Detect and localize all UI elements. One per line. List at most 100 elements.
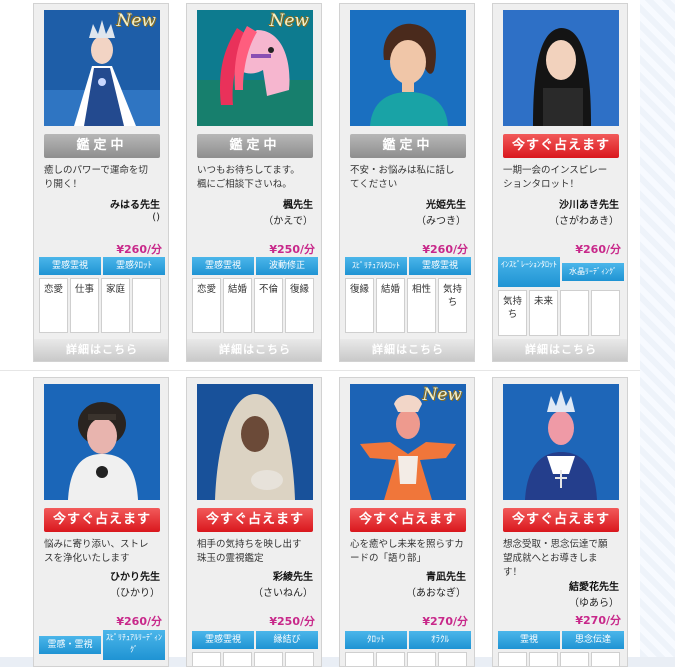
genre-tag: 霊感霊視 [192, 631, 254, 649]
teller-description: 相手の気持ちを映し出す 珠玉の霊視鑑定 [197, 538, 315, 566]
teller-card[interactable]: 今すぐ占えます 悩みに寄り添い、ストレ スを浄化いたします ひかり先生 （ひかり… [33, 377, 169, 667]
details-link[interactable]: 詳細はこちら [340, 339, 474, 361]
genre-tag: 水晶ﾘｰﾃﾞｨﾝｸﾞ [562, 263, 624, 281]
specialty-cell [498, 652, 527, 666]
teller-name[interactable]: 結愛花先生 [569, 578, 619, 593]
genre-tag: ｽﾋﾟﾘﾁｭｱﾙﾘｰﾃﾞｨﾝｸﾞ [103, 630, 165, 660]
status-available[interactable]: 今すぐ占えます [503, 134, 619, 158]
teller-reading: （みつき） [416, 216, 466, 227]
description-line: 楓にご相談下さいね。 [197, 179, 292, 190]
specialty-cell [132, 278, 161, 333]
row-divider [0, 370, 640, 371]
crowned-doll-icon[interactable] [503, 384, 619, 500]
status-available[interactable]: 今すぐ占えます [197, 508, 313, 532]
price-per-minute: ¥270/分 [575, 614, 621, 627]
teller-reading: （ゆあら） [569, 598, 619, 609]
specialty-cell: 未来 [529, 290, 558, 336]
teller-name[interactable]: 青凪先生 [426, 568, 466, 583]
genre-tag: 思念伝達 [562, 631, 624, 649]
specialty-cell: 不倫 [254, 278, 283, 333]
status-available[interactable]: 今すぐ占えます [503, 508, 619, 532]
genre-tag: ｵﾗｸﾙ [409, 631, 471, 649]
teller-description: いつもお待ちしてます。 楓にご相談下さいね。 [197, 164, 315, 192]
pink-horse-icon[interactable]: New [197, 10, 313, 126]
description-line: 想念受取・思念伝達で願 [503, 539, 608, 550]
new-badge: New [269, 11, 310, 31]
specialty-cell [407, 652, 436, 666]
details-link[interactable]: 詳細はこちら [493, 339, 627, 361]
price-per-minute: ¥250/分 [269, 615, 315, 628]
teller-card[interactable]: 鑑定中 不安・お悩みは私に話し てください 光姫先生 （みつき） ¥260/分 … [339, 3, 475, 362]
specialty-cell: 復縁 [345, 278, 374, 333]
specialty-cell [560, 652, 589, 666]
teller-description: 癒しのパワーで運命を切 り開く！ [44, 164, 162, 192]
status-in-session: 鑑定中 [44, 134, 160, 158]
teller-card[interactable]: New 今すぐ占えます 心を癒やし未来を照らすカ ードの「語り部」 青凪先生 （… [339, 377, 475, 667]
specialty-cell: 恋愛 [192, 278, 221, 333]
specialty-cell: 家庭 [101, 278, 130, 333]
description-line: ードの「語り部」 [350, 553, 427, 564]
orange-figure-icon[interactable]: New [350, 384, 466, 500]
genre-tag: ｽﾋﾟﾘﾁｭｱﾙﾀﾛｯﾄ [345, 257, 407, 275]
description-line: てください [350, 179, 398, 190]
teller-card[interactable]: 今すぐ占えます 相手の気持ちを映し出す 珠玉の霊視鑑定 彩綾先生 （さいねん） … [186, 377, 322, 667]
price-per-minute: ¥260/分 [116, 615, 162, 628]
teller-name[interactable]: 楓先生 [283, 196, 313, 211]
teller-description: 想念受取・思念伝達で願 望成就へとお導きしま す！ [503, 538, 621, 580]
specialty-cell [285, 652, 314, 666]
description-line: いつもお待ちしてます。 [197, 165, 300, 176]
teller-card[interactable]: New 鑑定中 いつもお待ちしてます。 楓にご相談下さいね。 楓先生 （かえで）… [186, 3, 322, 362]
genre-tag: 波動修正 [256, 257, 318, 275]
teller-description: 心を癒やし未来を照らすカ ードの「語り部」 [350, 538, 468, 566]
specialty-cell [560, 290, 589, 336]
woman-portrait-icon[interactable] [350, 10, 466, 126]
specialty-cell: 恋愛 [39, 278, 68, 333]
teller-reading: （ひかり） [110, 588, 160, 599]
teller-name[interactable]: 光姫先生 [426, 196, 466, 211]
specialty-cell [591, 652, 620, 666]
teller-card[interactable]: New 鑑定中 癒しのパワーで運命を切 り開く！ みはる先生 () ¥260/分… [33, 3, 169, 362]
description-line: 望成就へとお導きしま [503, 553, 598, 564]
price-per-minute: ¥270/分 [422, 615, 468, 628]
specialty-cell [192, 652, 221, 666]
price-per-minute: ¥260/分 [575, 243, 621, 256]
woman-dark-hair-icon[interactable] [503, 10, 619, 126]
specialty-cell: 結婚 [223, 278, 252, 333]
teller-reading: （さいねん） [253, 588, 313, 599]
specialty-cell [345, 652, 374, 666]
specialty-cell [529, 652, 558, 666]
specialty-cell: 仕事 [70, 278, 99, 333]
description-line: り開く！ [44, 179, 83, 190]
teller-reading: （さがわあき） [549, 216, 619, 227]
specialty-cell: 気持ち [498, 290, 527, 336]
teller-card[interactable]: 今すぐ占えます 想念受取・思念伝達で願 望成就へとお導きしま す！ 結愛花先生 … [492, 377, 628, 667]
description-line: ションタロット！ [503, 179, 580, 190]
teller-name[interactable]: 彩綾先生 [273, 568, 313, 583]
genre-tag: 霊感霊視 [192, 257, 254, 275]
teller-name[interactable]: ひかり先生 [110, 568, 160, 583]
teller-name[interactable]: 沙川あき先生 [559, 196, 619, 211]
price-per-minute: ¥260/分 [422, 243, 468, 256]
details-link[interactable]: 詳細はこちら [34, 339, 168, 361]
description-line: 癒しのパワーで運命を切 [44, 165, 148, 176]
teller-reading: （かえで） [263, 216, 313, 227]
specialty-cell: 結婚 [376, 278, 405, 333]
veiled-woman-icon[interactable] [197, 384, 313, 500]
genre-tag: ﾀﾛｯﾄ [345, 631, 407, 649]
side-background [640, 0, 675, 657]
new-badge: New [116, 11, 157, 31]
doll-figure-icon[interactable] [44, 384, 160, 500]
status-available[interactable]: 今すぐ占えます [350, 508, 466, 532]
queen-figure-icon[interactable]: New [44, 10, 160, 126]
teller-name[interactable]: みはる先生 [110, 196, 160, 211]
fortune-teller-grid: New 鑑定中 癒しのパワーで運命を切 り開く！ みはる先生 () ¥260/分… [0, 0, 640, 667]
price-per-minute: ¥260/分 [116, 243, 162, 256]
genre-tag: 霊感霊視 [39, 257, 101, 275]
details-link[interactable]: 詳細はこちら [187, 339, 321, 361]
description-line: スを浄化いたします [44, 553, 130, 564]
status-in-session: 鑑定中 [350, 134, 466, 158]
status-available[interactable]: 今すぐ占えます [44, 508, 160, 532]
teller-reading: （あおなぎ） [406, 588, 466, 599]
teller-description: 一期一会のインスピレー ションタロット！ [503, 164, 621, 192]
teller-card[interactable]: 今すぐ占えます 一期一会のインスピレー ションタロット！ 沙川あき先生 （さがわ… [492, 3, 628, 362]
